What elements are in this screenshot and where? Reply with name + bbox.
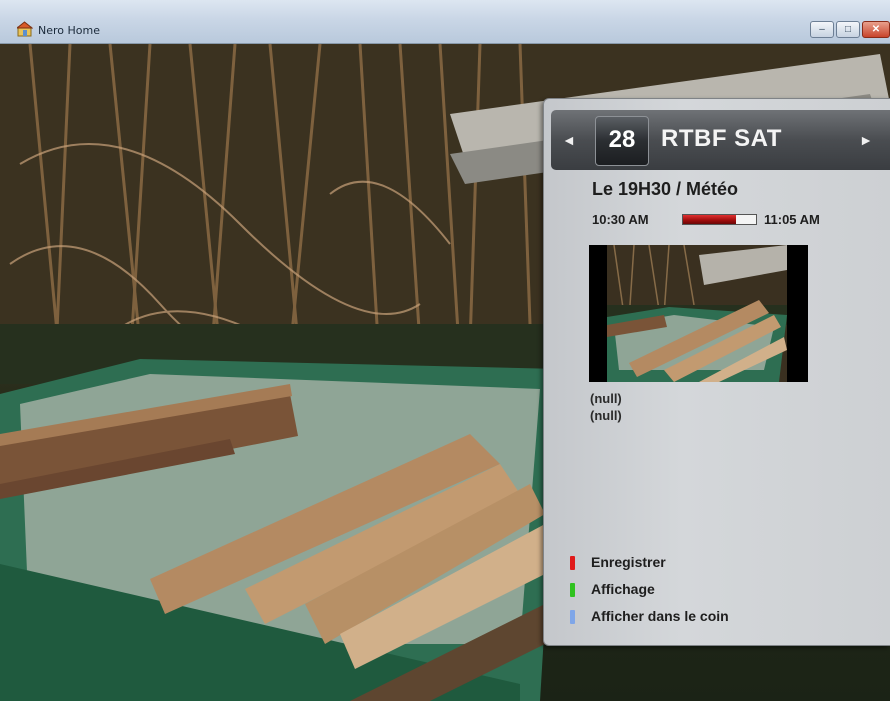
previous-channel-arrow-icon[interactable]: ◄ [562,130,576,150]
minimize-icon: – [819,24,825,35]
close-icon: ✕ [871,24,881,35]
close-button[interactable]: ✕ [862,21,890,38]
window-titlebar[interactable]: Nero Home – □ ✕ [0,0,890,44]
window-controls: – □ ✕ [810,21,890,38]
program-detail-line: (null) [590,391,622,406]
program-info-panel: ◄ 28 RTBF SAT ► Le 19H30 / Météo 10:30 A… [543,98,890,646]
program-progress-fill [683,215,736,224]
maximize-icon: □ [844,24,852,35]
program-time-row: 10:30 AM 11:05 AM [592,211,882,229]
next-channel-arrow-icon[interactable]: ► [859,130,873,150]
channel-selector: ◄ 28 RTBF SAT ► [551,110,890,170]
nero-home-app-icon [17,21,33,37]
blue-key-icon [570,610,575,624]
minimize-button[interactable]: – [810,21,834,38]
channel-name: RTBF SAT [661,125,782,152]
program-detail-line: (null) [590,408,622,423]
show-in-corner-action-label: Afficher dans le coin [591,608,729,624]
program-end-time: 11:05 AM [764,212,820,227]
channel-number: 28 [608,126,636,153]
program-start-time: 10:30 AM [592,212,649,227]
maximize-button[interactable]: □ [836,21,860,38]
record-action-label: Enregistrer [591,554,666,570]
window-title: Nero Home [38,24,100,37]
channel-preview-thumbnail [589,245,808,382]
program-progress-bar [682,214,757,225]
green-key-icon [570,583,575,597]
red-key-icon [570,556,575,570]
display-action-label: Affichage [591,581,655,597]
preview-image [589,245,808,382]
program-title: Le 19H30 / Météo [592,179,739,199]
channel-number-box: 28 [595,116,649,166]
